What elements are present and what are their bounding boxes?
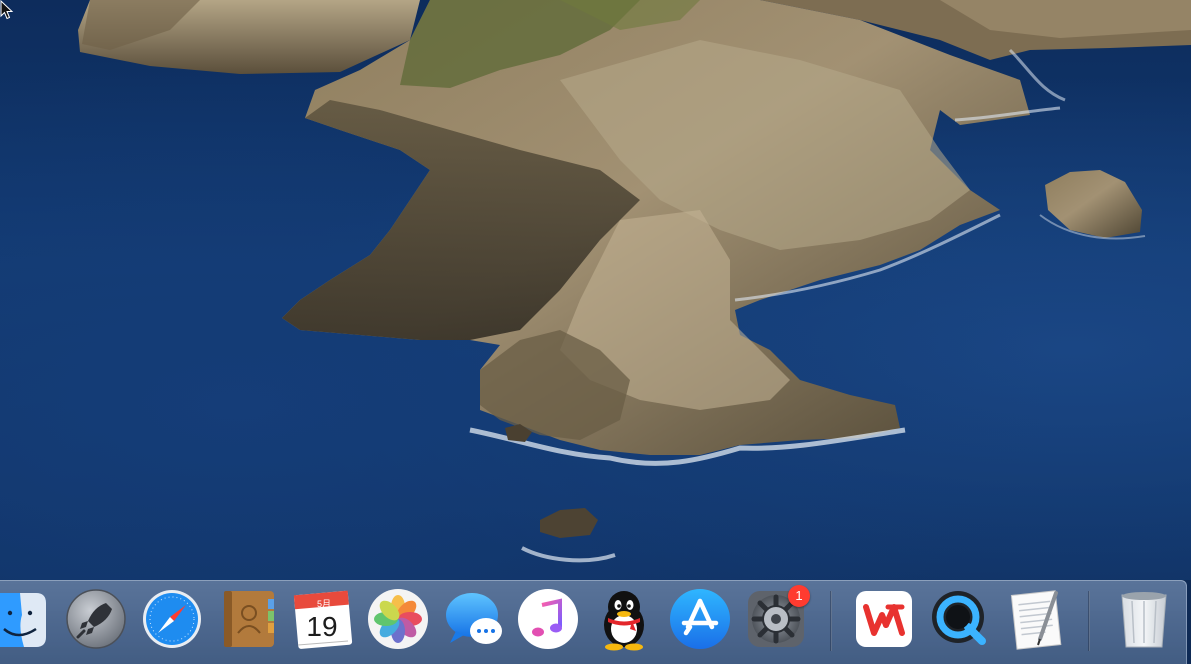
- dock-separator: [1088, 591, 1090, 651]
- dock-item-safari[interactable]: [140, 587, 204, 653]
- rocket-icon: [66, 589, 126, 649]
- music-note-icon: [518, 589, 578, 649]
- dock-item-app-store[interactable]: [668, 587, 732, 653]
- penguin-icon: [604, 591, 644, 651]
- dock-item-qq[interactable]: [592, 587, 656, 653]
- dock-item-trash[interactable]: [1112, 587, 1176, 653]
- wps-icon: [856, 591, 912, 647]
- dock-separator: [830, 591, 832, 651]
- dock-item-textedit[interactable]: [1004, 587, 1068, 653]
- document-pen-icon: [1010, 590, 1062, 650]
- calendar-month-label: 5月: [316, 599, 331, 609]
- app-store-icon: [670, 589, 730, 649]
- chat-bubble-icon: [446, 593, 502, 644]
- dock-item-messages[interactable]: [442, 587, 506, 653]
- dock-item-calendar[interactable]: 5月 19: [290, 587, 354, 653]
- desktop-wallpaper[interactable]: [0, 0, 1191, 580]
- photos-flower-icon: [368, 589, 428, 649]
- trash-icon: [1121, 592, 1167, 648]
- mouse-pointer-icon: [0, 0, 14, 20]
- finder-icon: [0, 593, 46, 647]
- dock-item-photos[interactable]: [366, 587, 430, 653]
- dock-item-wps[interactable]: [852, 587, 916, 653]
- calendar-day-label: 19: [306, 611, 338, 642]
- compass-icon: [143, 590, 201, 648]
- dock-item-quicktime[interactable]: [928, 587, 992, 653]
- island-landscape: [78, 0, 1191, 563]
- dock-item-finder[interactable]: [0, 587, 50, 653]
- dock-item-launchpad[interactable]: [64, 587, 128, 653]
- dock-item-music[interactable]: [516, 587, 580, 653]
- quicktime-icon: [932, 591, 986, 645]
- contacts-book-icon: [224, 591, 274, 647]
- dock-item-contacts[interactable]: [216, 587, 280, 653]
- dock: 5月 19 1: [0, 580, 1187, 664]
- notification-badge: 1: [788, 585, 810, 607]
- dock-item-system-preferences[interactable]: 1: [744, 585, 810, 653]
